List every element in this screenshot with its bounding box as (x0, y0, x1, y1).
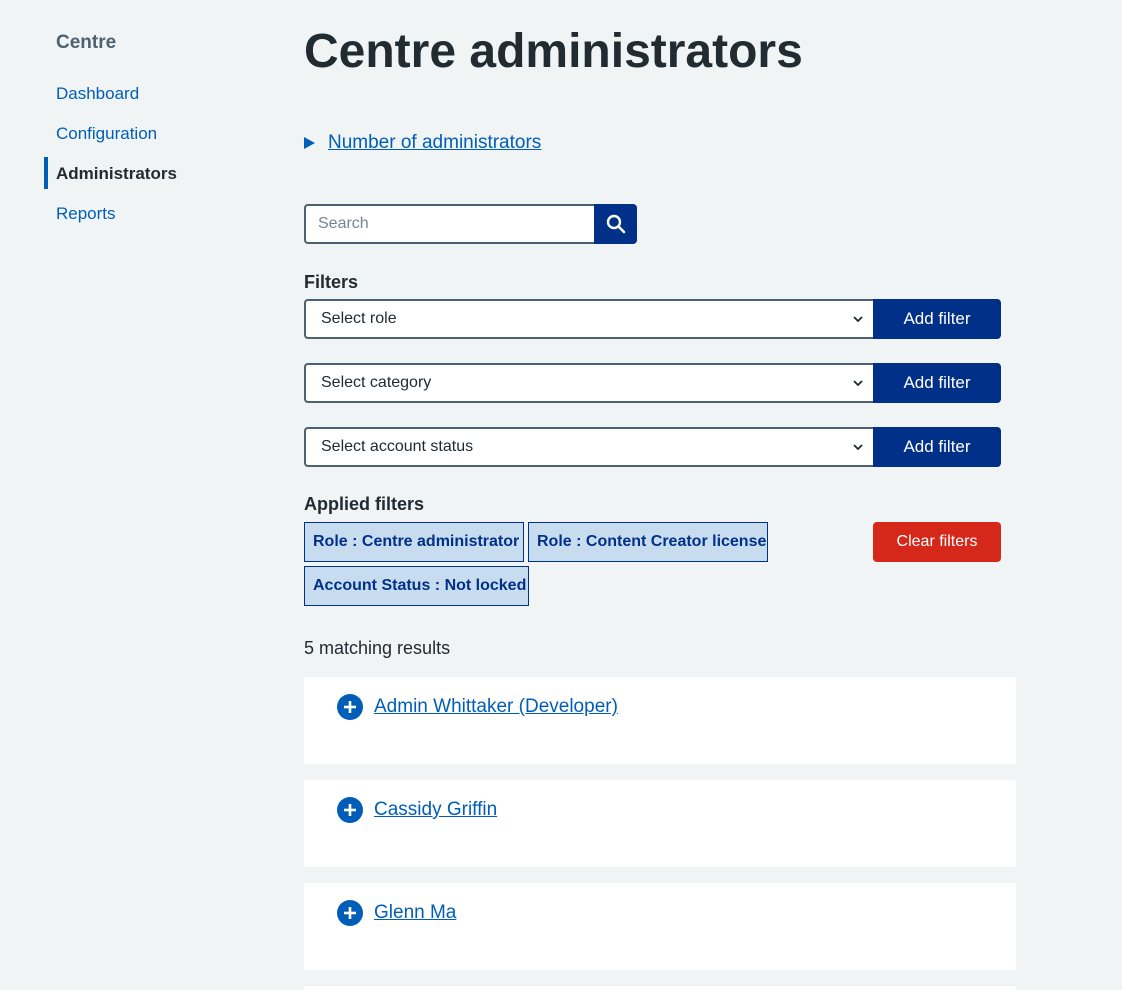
result-card: Cassidy Griffin (304, 780, 1016, 867)
details-summary-link[interactable]: Number of administrators (328, 130, 541, 156)
side-nav: Dashboard Configuration Administrators R… (44, 74, 264, 234)
category-filter-row: Select category Add filter (304, 363, 1001, 403)
sidebar-item-label[interactable]: Dashboard (56, 84, 139, 103)
result-name-link[interactable]: Cassidy Griffin (374, 797, 497, 823)
result-card: Admin Whittaker (Developer) (304, 677, 1016, 764)
search-form (304, 204, 637, 244)
sidebar-item-label[interactable]: Reports (56, 204, 116, 223)
applied-filter-tag[interactable]: Role : Content Creator license (528, 522, 768, 562)
category-select-value: Select category (321, 374, 432, 391)
number-of-administrators-details[interactable]: Number of administrators (304, 130, 541, 156)
account-status-filter-row: Select account status Add filter (304, 427, 1001, 467)
page-title: Centre administrators (304, 25, 803, 78)
add-category-filter-button[interactable]: Add filter (873, 363, 1001, 403)
category-select[interactable]: Select category (304, 363, 873, 403)
sidebar-item-administrators: Administrators (44, 154, 264, 194)
chevron-down-icon (853, 316, 863, 323)
sidebar-item-dashboard[interactable]: Dashboard (44, 74, 264, 114)
chevron-down-icon (853, 444, 863, 451)
role-select[interactable]: Select role (304, 299, 873, 339)
add-role-filter-button[interactable]: Add filter (873, 299, 1001, 339)
search-input[interactable] (304, 204, 594, 244)
account-status-select[interactable]: Select account status (304, 427, 873, 467)
applied-filter-tag[interactable]: Account Status : Not locked (304, 566, 529, 606)
sidebar-title: Centre (56, 32, 117, 53)
plus-circle-icon (337, 797, 363, 823)
account-status-select-value: Select account status (321, 438, 474, 455)
add-account-status-filter-button[interactable]: Add filter (873, 427, 1001, 467)
role-filter-row: Select role Add filter (304, 299, 1001, 339)
search-icon (606, 214, 625, 234)
result-card (304, 986, 1016, 990)
applied-filters-heading: Applied filters (304, 494, 425, 514)
role-select-value: Select role (321, 310, 397, 327)
result-name-link[interactable]: Glenn Ma (374, 900, 456, 926)
results-count: 5 matching results (304, 638, 451, 658)
search-button[interactable] (594, 204, 637, 244)
chevron-down-icon (853, 380, 863, 387)
clear-filters-button[interactable]: Clear filters (873, 522, 1001, 562)
sidebar-item-label: Administrators (56, 164, 177, 183)
sidebar-item-label[interactable]: Configuration (56, 124, 157, 143)
page: Centre Dashboard Configuration Administr… (0, 0, 1122, 990)
plus-circle-icon (337, 694, 363, 720)
applied-filter-tag[interactable]: Role : Centre administrator (304, 522, 524, 562)
filters-heading: Filters (304, 272, 359, 292)
sidebar-item-configuration[interactable]: Configuration (44, 114, 264, 154)
plus-circle-icon (337, 900, 363, 926)
result-name-link[interactable]: Admin Whittaker (Developer) (374, 694, 618, 720)
result-card-toggle[interactable]: Glenn Ma (337, 900, 456, 926)
result-card-toggle[interactable]: Cassidy Griffin (337, 797, 497, 823)
result-card: Glenn Ma (304, 883, 1016, 970)
sidebar-item-reports[interactable]: Reports (44, 194, 264, 234)
triangle-right-icon (304, 137, 315, 149)
sidebar: Centre Dashboard Configuration Administr… (44, 30, 264, 234)
result-card-toggle[interactable]: Admin Whittaker (Developer) (337, 694, 618, 720)
